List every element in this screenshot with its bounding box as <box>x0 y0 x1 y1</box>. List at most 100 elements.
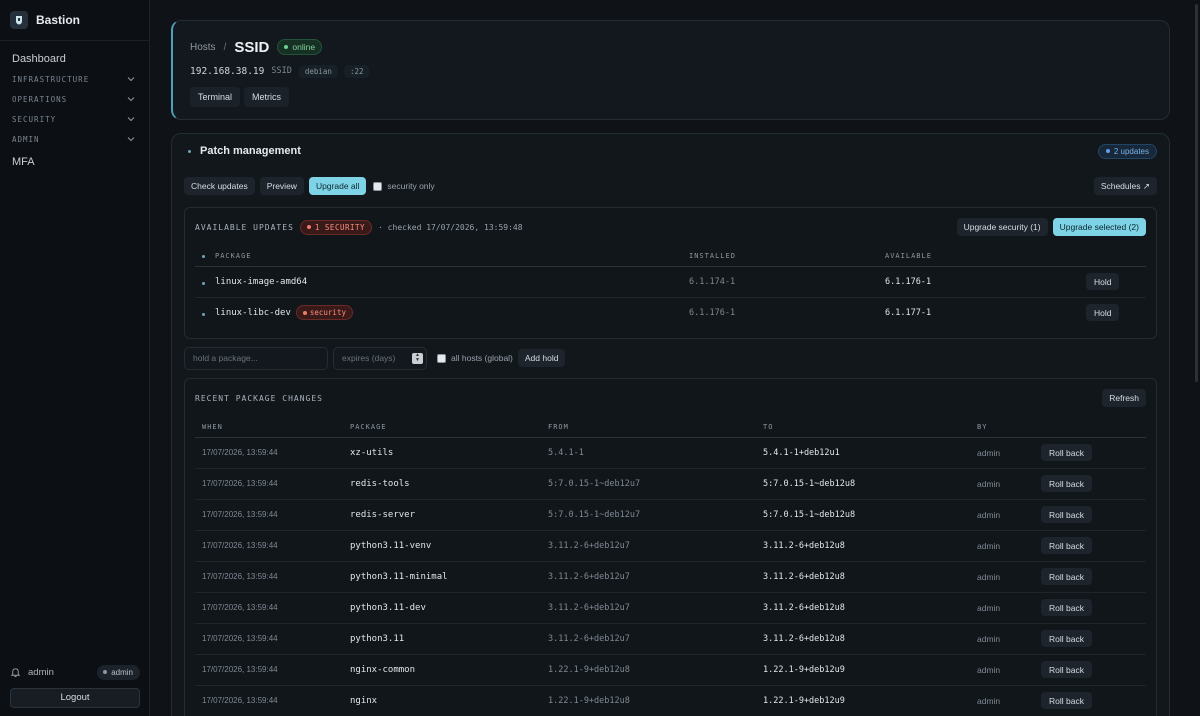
roll-back-button[interactable]: Roll back <box>1041 444 1092 461</box>
from-version: 3.11.2-6+deb12u7 <box>548 592 763 624</box>
available-version: 6.1.176-1 <box>885 266 1086 298</box>
sidebar-item-mfa[interactable]: MFA <box>0 149 149 175</box>
to-version: 5:7.0.15-1~deb12u8 <box>763 468 977 500</box>
roll-back-button[interactable]: Roll back <box>1041 537 1092 554</box>
table-row: 17/07/2026, 13:59:44 nginx 1.22.1-9+deb12u… <box>195 685 1146 716</box>
upgrade-selected-button[interactable]: Upgrade selected (2) <box>1052 218 1146 236</box>
breadcrumb-hosts-link[interactable]: Hosts <box>190 42 216 53</box>
roll-back-button[interactable]: Roll back <box>1041 475 1092 492</box>
roll-back-button[interactable]: Roll back <box>1041 599 1092 616</box>
sidebar-section-security[interactable]: SECURITY <box>0 109 149 129</box>
upgrade-security-button[interactable]: Upgrade security (1) <box>956 218 1048 236</box>
roll-back-button[interactable]: Roll back <box>1041 692 1092 710</box>
expires-stepper[interactable]: ▲ ▼ <box>412 352 423 364</box>
col-from: FROM <box>548 417 763 438</box>
col-available: AVAILABLE <box>885 246 1086 267</box>
col-when: WHEN <box>195 417 350 438</box>
panel-title: RECENT PACKAGE CHANGES <box>195 393 323 403</box>
package-name: xz-utils <box>350 437 548 469</box>
chevron-down-icon <box>127 97 135 102</box>
check-updates-button[interactable]: Check updates <box>184 177 255 195</box>
terminal-button[interactable]: Terminal <box>190 87 241 107</box>
status-badge: online <box>277 39 323 55</box>
roll-back-button[interactable]: Roll back <box>1041 568 1092 585</box>
col-to: TO <box>763 417 977 438</box>
hold-form: ▲▼ all hosts (global) Add hold <box>184 346 1157 370</box>
bell-icon[interactable] <box>10 667 21 678</box>
host-ip: 192.168.38.19 <box>190 65 265 77</box>
upgrade-all-button[interactable]: Upgrade all <box>308 177 367 195</box>
chevron-down-icon <box>127 137 135 142</box>
hold-package-input[interactable] <box>184 346 328 370</box>
schedules-button[interactable]: Schedules ↗ <box>1093 177 1157 195</box>
security-only-checkbox[interactable] <box>373 181 383 191</box>
table-row[interactable]: linux-image-amd64 6.1.174-1 6.1.176-1 Ho… <box>195 266 1146 298</box>
brand[interactable]: Bastion <box>0 0 149 41</box>
page-scrollbar[interactable] <box>1195 4 1198 382</box>
to-version: 3.11.2-6+deb12u8 <box>763 561 977 593</box>
add-hold-button[interactable]: Add hold <box>517 349 566 367</box>
sidebar-section-admin[interactable]: ADMIN <box>0 129 149 149</box>
sidebar-section-operations[interactable]: OPERATIONS <box>0 89 149 109</box>
to-version: 3.11.2-6+deb12u8 <box>763 592 977 624</box>
package-name: python3.11-venv <box>350 530 548 562</box>
last-checked: · checked 17/07/2026, 13:59:48 <box>378 222 523 232</box>
from-version: 3.11.2-6+deb12u7 <box>548 623 763 655</box>
roll-back-button[interactable]: Roll back <box>1041 661 1092 678</box>
panel-title: AVAILABLE UPDATES <box>195 222 294 232</box>
os-chip: debian <box>298 64 338 78</box>
installed-version: 6.1.174-1 <box>689 266 885 298</box>
breadcrumb: Hosts / SSID online <box>190 37 1153 57</box>
user-row: admin admin <box>10 660 140 684</box>
to-version: 1.22.1-9+deb12u9 <box>763 654 977 686</box>
sidebar-section-infrastructure[interactable]: INFRASTRUCTURE <box>0 69 149 89</box>
changed-by: admin <box>977 499 1041 531</box>
table-row[interactable]: linux-libc-dev security 6.1.176-1 6.1.177… <box>195 297 1146 328</box>
sidebar-section-label: SECURITY <box>12 114 57 124</box>
changed-by: admin <box>977 654 1041 686</box>
row-select-toggle[interactable] <box>202 312 205 316</box>
updates-badge: 2 updates <box>1097 143 1157 159</box>
roll-back-button[interactable]: Roll back <box>1041 630 1092 647</box>
available-version: 6.1.177-1 <box>885 307 932 318</box>
all-hosts-checkbox[interactable] <box>437 353 446 363</box>
section-title: Patch management <box>200 145 301 157</box>
hold-button[interactable]: Hold <box>1086 273 1120 290</box>
changed-by: admin <box>977 530 1041 562</box>
recent-changes-panel: RECENT PACKAGE CHANGES Refresh WHEN PACK… <box>184 378 1157 716</box>
metrics-button[interactable]: Metrics <box>244 87 290 107</box>
col-installed: INSTALLED <box>689 246 885 267</box>
table-row: 17/07/2026, 13:59:44 python3.11-minimal 3.… <box>195 561 1146 593</box>
sidebar-item-label: MFA <box>12 156 35 168</box>
package-name: redis-tools <box>350 468 548 500</box>
table-row: 17/07/2026, 13:59:44 python3.11 3.11.2-6+d… <box>195 623 1146 655</box>
preview-button[interactable]: Preview <box>259 177 304 195</box>
col-by: BY <box>977 417 1041 438</box>
security-count-badge: 1 SECURITY <box>299 219 373 235</box>
row-select-toggle[interactable] <box>202 281 205 285</box>
logout-button[interactable]: Logout <box>10 688 140 708</box>
from-version: 5:7.0.15-1~deb12u7 <box>548 499 763 531</box>
from-version: 5.4.1-1 <box>548 437 763 469</box>
security-only-label: security only <box>387 181 435 191</box>
package-name: redis-server <box>350 499 548 531</box>
patch-management-card: Patch management 2 updates Check updates… <box>171 133 1170 716</box>
to-version: 3.11.2-6+deb12u8 <box>763 530 977 562</box>
package-name: linux-image-amd64 <box>215 276 308 287</box>
changed-by: admin <box>977 561 1041 593</box>
change-time: 17/07/2026, 13:59:44 <box>195 530 350 562</box>
hold-button[interactable]: Hold <box>1086 304 1120 322</box>
app-name: Bastion <box>36 13 81 27</box>
change-time: 17/07/2026, 13:59:44 <box>195 468 350 500</box>
change-time: 17/07/2026, 13:59:44 <box>195 654 350 686</box>
change-time: 17/07/2026, 13:59:44 <box>202 696 278 706</box>
sidebar-section-label: OPERATIONS <box>12 94 68 104</box>
installed-version: 6.1.176-1 <box>689 307 736 318</box>
changed-by: admin <box>977 468 1041 500</box>
refresh-button[interactable]: Refresh <box>1102 389 1146 407</box>
sidebar-item-dashboard[interactable]: Dashboard <box>0 52 149 66</box>
roll-back-button[interactable]: Roll back <box>1041 506 1092 523</box>
security-badge: security <box>295 305 353 321</box>
page-title: SSID <box>234 38 270 56</box>
change-time: 17/07/2026, 13:59:44 <box>195 499 350 531</box>
